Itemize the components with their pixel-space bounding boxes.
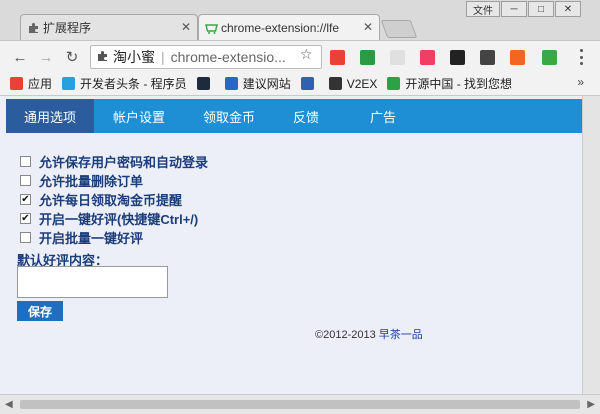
bookmark-label: 开源中国 - 找到您想: [405, 77, 513, 91]
tab-extensions[interactable]: 扩展程序 ✕: [20, 14, 198, 40]
bookmark-favicon-icon: [328, 77, 342, 90]
option-label: 允许每日领取淘金币提醒: [39, 193, 183, 208]
window-menu-label[interactable]: 文件: [466, 1, 500, 17]
copyright-text: ©2012-2013: [315, 329, 379, 341]
bookmark-item[interactable]: [196, 77, 215, 90]
more-bookmarks-icon[interactable]: »: [577, 75, 584, 89]
option-checkbox[interactable]: [20, 175, 31, 186]
tab-strip: 扩展程序 ✕ chrome-extension://lfe ✕ 文件 ─ □ ✕: [0, 0, 600, 40]
option-checkbox[interactable]: ✔: [20, 194, 31, 205]
close-tab-icon[interactable]: ✕: [363, 20, 373, 34]
back-button[interactable]: ←: [12, 49, 28, 66]
bookmark-star-icon[interactable]: ☆: [300, 46, 313, 63]
extension-icon[interactable]: [480, 50, 495, 65]
new-tab-button[interactable]: [380, 20, 418, 38]
option-label: 允许批量删除订单: [39, 174, 144, 189]
bookmark-favicon-icon: [62, 77, 76, 90]
bookmark-item[interactable]: 开源中国 - 找到您想: [387, 75, 512, 92]
puzzle-icon: [97, 49, 109, 65]
url-text: chrome-extensio...: [170, 49, 286, 65]
bookmark-item[interactable]: V2EX: [328, 76, 378, 91]
author-link[interactable]: 早茶一品: [379, 329, 423, 341]
bookmark-label: 应用: [28, 77, 53, 91]
bookmarks-bar: 应用 开发者头条 - 程序员 建议网站 V2EX 开源中国 - 找到您想 »: [0, 72, 600, 96]
browser-toolbar: ← → ↻ 淘小蜜 | chrome-extensio... ☆: [0, 40, 600, 72]
option-checkbox[interactable]: ✔: [20, 213, 31, 224]
close-window-button[interactable]: ✕: [555, 1, 581, 17]
option-label: 允许保存用户密码和自动登录: [39, 155, 209, 170]
option-row: ✔ 允许每日领取淘金币提醒: [20, 190, 208, 209]
bookmark-item[interactable]: 开发者头条 - 程序员: [62, 75, 187, 92]
save-button[interactable]: 保存: [17, 301, 63, 321]
nav-tab[interactable]: 帐户设置: [94, 99, 184, 133]
window-controls: 文件 ─ □ ✕: [466, 1, 581, 17]
bookmark-label: 开发者头条 - 程序员: [80, 77, 187, 91]
bookmark-favicon-icon: [387, 77, 401, 90]
bookmark-list: 应用 开发者头条 - 程序员 建议网站 V2EX 开源中国 - 找到您想: [0, 75, 512, 92]
tab-title: 扩展程序: [43, 21, 92, 35]
options-nav: 通用选项 帐户设置 领取金币 反馈 广告: [6, 99, 582, 133]
maximize-button[interactable]: □: [528, 1, 554, 17]
option-row: 允许保存用户密码和自动登录: [20, 152, 208, 171]
minimize-button[interactable]: ─: [501, 1, 527, 17]
address-bar[interactable]: 淘小蜜 | chrome-extensio...: [90, 45, 322, 69]
bookmark-item[interactable]: [300, 77, 319, 90]
scroll-right-icon[interactable]: ▶: [587, 399, 595, 410]
bookmark-favicon-icon: [300, 77, 314, 90]
forward-button[interactable]: →: [38, 49, 54, 66]
option-list: 允许保存用户密码和自动登录 允许批量删除订单 ✔ 允许每日领取淘金币提醒 ✔ 开启一键好评…: [20, 152, 208, 247]
extension-icon[interactable]: [420, 50, 435, 65]
bookmark-favicon-icon: [224, 77, 238, 90]
vertical-scrollbar[interactable]: [582, 96, 600, 394]
bookmark-label: 建议网站: [242, 77, 291, 91]
address-separator: |: [161, 49, 165, 65]
extension-icon[interactable]: [360, 50, 375, 65]
extension-options-page: 通用选项 帐户设置 领取金币 反馈 广告 允许保存用户密码和自动登录 允许批量删除订单 ✔ 允…: [0, 96, 600, 394]
nav-tab[interactable]: 广告: [338, 99, 428, 133]
bookmark-favicon-icon: [196, 77, 210, 90]
extension-icon[interactable]: [330, 50, 345, 65]
extension-icon[interactable]: [390, 50, 405, 65]
option-label: 开启一键好评(快捷键Ctrl+/): [39, 212, 199, 227]
bookmark-item[interactable]: 应用: [10, 75, 52, 92]
option-row: 允许批量删除订单: [20, 171, 208, 190]
footer: ©2012-2013 早茶一品: [315, 326, 423, 342]
option-label: 开启批量一键好评: [39, 231, 144, 246]
bookmark-item[interactable]: 建议网站: [224, 75, 291, 92]
menu-icon[interactable]: [578, 49, 584, 65]
bookmark-label: V2EX: [346, 76, 378, 91]
close-tab-icon[interactable]: ✕: [181, 20, 191, 34]
puzzle-icon: [27, 21, 40, 34]
bookmark-favicon-icon: [10, 77, 23, 90]
basket-icon: [205, 21, 218, 34]
tab-extension-options[interactable]: chrome-extension://lfe ✕: [198, 14, 380, 40]
option-checkbox[interactable]: [20, 156, 31, 167]
option-row: 开启批量一键好评: [20, 228, 208, 247]
nav-tab[interactable]: 通用选项: [6, 99, 94, 133]
horizontal-scrollbar[interactable]: ◀ ▶: [0, 394, 600, 414]
nav-tab[interactable]: 领取金币: [184, 99, 274, 133]
extension-icon[interactable]: [542, 50, 557, 65]
tab-title: chrome-extension://lfe: [221, 20, 340, 35]
extension-icon[interactable]: [510, 50, 525, 65]
site-name: 淘小蜜: [113, 49, 155, 65]
scroll-left-icon[interactable]: ◀: [5, 399, 13, 410]
scrollbar-thumb[interactable]: [20, 400, 580, 409]
default-review-input[interactable]: [17, 266, 168, 298]
option-row: ✔ 开启一键好评(快捷键Ctrl+/): [20, 209, 208, 228]
nav-tab[interactable]: 反馈: [274, 99, 338, 133]
extension-icon[interactable]: [450, 50, 465, 65]
reload-button[interactable]: ↻: [64, 49, 80, 66]
option-checkbox[interactable]: [20, 232, 31, 243]
